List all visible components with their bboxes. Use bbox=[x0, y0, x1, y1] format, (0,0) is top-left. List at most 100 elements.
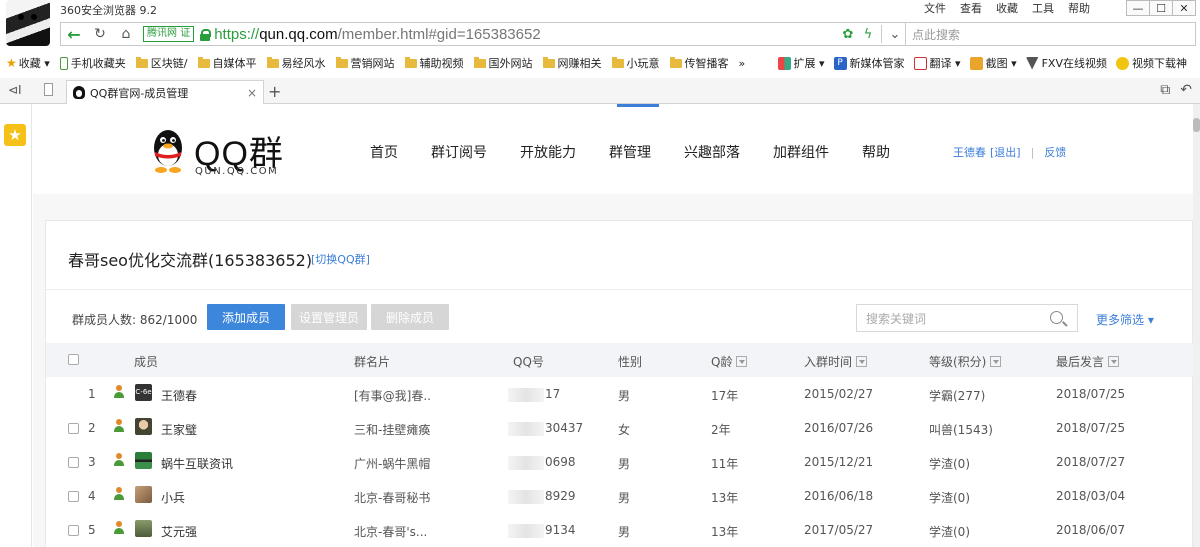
fxv-video[interactable]: FXV在线视频 bbox=[1025, 55, 1107, 71]
bookmark-mobile[interactable]: 手机收藏夹 bbox=[59, 55, 126, 71]
tab-close-icon[interactable]: × bbox=[247, 86, 257, 100]
member-role-icon bbox=[113, 453, 125, 467]
nav-home[interactable]: 首页 bbox=[370, 142, 398, 162]
bookmark-folder[interactable]: 传智播客 bbox=[669, 55, 729, 71]
scrollbar-thumb[interactable] bbox=[1193, 118, 1200, 132]
set-admin-button[interactable]: 设置管理员 bbox=[291, 304, 367, 330]
menu-favorites[interactable]: 收藏 bbox=[996, 0, 1018, 16]
row-checkbox[interactable] bbox=[68, 491, 79, 502]
chevron-down-icon[interactable]: ⌄ bbox=[885, 27, 905, 42]
nav-subscription[interactable]: 群订阅号 bbox=[431, 142, 487, 162]
col-qage[interactable]: Q龄 bbox=[711, 353, 748, 370]
document-icon[interactable] bbox=[44, 83, 53, 96]
delete-member-button[interactable]: 删除成员 bbox=[371, 304, 449, 330]
logout-link[interactable]: [退出] bbox=[990, 144, 1021, 160]
member-search-input[interactable]: 搜索关键词 bbox=[856, 304, 1078, 332]
user-name-link[interactable]: 王德春 bbox=[953, 144, 986, 160]
menu-help[interactable]: 帮助 bbox=[1068, 0, 1090, 16]
nav-interest-tribe[interactable]: 兴趣部落 bbox=[684, 142, 740, 162]
sort-icon[interactable] bbox=[1108, 356, 1120, 367]
undo-close-icon[interactable]: ↶ bbox=[1180, 82, 1192, 98]
avatar[interactable]: C-6e bbox=[135, 384, 152, 401]
col-joined[interactable]: 入群时间 bbox=[804, 353, 868, 370]
member-name[interactable]: 蜗牛互联资讯 bbox=[161, 455, 233, 472]
row-checkbox[interactable] bbox=[68, 457, 79, 468]
bookmark-folder[interactable]: 自媒体平 bbox=[197, 55, 257, 71]
verified-site-badge[interactable]: 腾讯网 证 bbox=[143, 26, 195, 42]
add-member-button[interactable]: 添加成员 bbox=[207, 304, 285, 330]
bookmark-folder[interactable]: 小玩意 bbox=[611, 55, 660, 71]
avatar[interactable] bbox=[135, 520, 152, 537]
browser-search-input[interactable]: 点此搜索 bbox=[905, 23, 1195, 45]
favorites-menu[interactable]: ★ 收藏 ▾ bbox=[6, 55, 50, 71]
menu-view[interactable]: 查看 bbox=[960, 0, 982, 16]
member-last-speak: 2018/07/25 bbox=[1056, 421, 1126, 435]
translate-icon bbox=[913, 56, 927, 70]
row-checkbox[interactable] bbox=[68, 525, 79, 536]
speed-mode-icon[interactable]: ϟ bbox=[858, 27, 878, 42]
bookmark-folder[interactable]: 网赚相关 bbox=[542, 55, 602, 71]
main-nav: 首页 群订阅号 开放能力 群管理 兴趣部落 加群组件 帮助 bbox=[370, 142, 923, 162]
home-icon[interactable]: ⌂ bbox=[113, 23, 139, 45]
member-name[interactable]: 王德春 bbox=[161, 387, 197, 404]
star-icon: ★ bbox=[6, 56, 17, 70]
compat-mode-icon[interactable]: ✿ bbox=[838, 27, 858, 42]
refresh-icon[interactable]: ↻ bbox=[87, 23, 113, 45]
table-row[interactable]: 3 蜗牛互联资讯 广州-蜗牛黑帽 0698 男 11年 2015/12/21 学… bbox=[46, 445, 1193, 479]
table-row[interactable]: 5 艾元强 北京-春哥's... 9134 男 13年 2017/05/27 学… bbox=[46, 513, 1193, 547]
bookmarks-more[interactable]: » bbox=[739, 57, 746, 70]
menu-file[interactable]: 文件 bbox=[924, 0, 946, 16]
extensions-menu[interactable]: 扩展 ▾ bbox=[777, 55, 825, 71]
search-icon[interactable] bbox=[1050, 311, 1063, 324]
menu-tools[interactable]: 工具 bbox=[1032, 0, 1054, 16]
url-input[interactable]: https://qun.qq.com/member.html#gid=16538… bbox=[214, 26, 540, 43]
new-tab-button[interactable]: + bbox=[268, 82, 281, 101]
restore-tabs-icon[interactable]: ⧉ bbox=[1160, 82, 1170, 98]
member-name[interactable]: 艾元强 bbox=[161, 523, 197, 540]
avatar[interactable] bbox=[135, 452, 152, 469]
bookmark-folder[interactable]: 易经风水 bbox=[266, 55, 326, 71]
member-name[interactable]: 小兵 bbox=[161, 489, 185, 506]
translate-menu[interactable]: 翻译 ▾ bbox=[913, 55, 961, 71]
close-window-button[interactable]: ✕ bbox=[1172, 0, 1196, 16]
table-row[interactable]: 4 小兵 北京-春哥秘书 8929 男 13年 2016/06/18 学渣(0)… bbox=[46, 479, 1193, 513]
bookmark-folder[interactable]: 区块链/ bbox=[135, 55, 188, 71]
nav-help[interactable]: 帮助 bbox=[862, 142, 890, 162]
page-scrollbar[interactable] bbox=[1193, 104, 1200, 547]
member-panel: 春哥seo优化交流群(165383652) [切换QQ群] 群成员人数: 862… bbox=[45, 220, 1193, 547]
sort-icon[interactable] bbox=[856, 356, 868, 367]
sort-icon[interactable] bbox=[990, 356, 1002, 367]
browser-user-avatar[interactable] bbox=[6, 0, 50, 46]
maximize-button[interactable]: ☐ bbox=[1149, 0, 1173, 16]
member-gender: 女 bbox=[618, 423, 631, 437]
tab-tools: ⧉ ↶ bbox=[1160, 82, 1192, 98]
qq-group-logo[interactable]: QQ群 QUN.QQ.COM bbox=[148, 122, 298, 182]
more-filter-button[interactable]: 更多筛选 ▾ bbox=[1096, 311, 1154, 328]
new-media-manager[interactable]: P 新媒体管家 bbox=[833, 55, 905, 71]
tab-qq-member[interactable]: QQ群官网-成员管理 × bbox=[66, 80, 264, 104]
favorites-star-icon[interactable]: ★ bbox=[4, 124, 26, 146]
member-name[interactable]: 王家璧 bbox=[161, 421, 197, 438]
bookmark-folder[interactable]: 辅助视频 bbox=[404, 55, 464, 71]
bookmark-folder[interactable]: 国外网站 bbox=[473, 55, 533, 71]
video-download[interactable]: 视频下载神 bbox=[1116, 55, 1187, 71]
nav-join-widget[interactable]: 加群组件 bbox=[773, 142, 829, 162]
feedback-link[interactable]: 反馈 bbox=[1044, 144, 1066, 160]
minimize-button[interactable]: — bbox=[1126, 0, 1150, 16]
table-row[interactable]: 2 王家璧 三和-挂壁瘫痪 30437 女 2年 2016/07/26 叫兽(1… bbox=[46, 411, 1193, 445]
avatar[interactable] bbox=[135, 418, 152, 435]
row-checkbox[interactable] bbox=[68, 423, 79, 434]
sidebar-toggle-icon[interactable]: ⊲I bbox=[8, 83, 22, 97]
col-last-speak[interactable]: 最后发言 bbox=[1056, 353, 1120, 370]
avatar[interactable] bbox=[135, 486, 152, 503]
switch-group-link[interactable]: [切换QQ群] bbox=[311, 251, 370, 267]
back-arrow-icon[interactable]: ← bbox=[61, 23, 87, 45]
nav-open-capability[interactable]: 开放能力 bbox=[520, 142, 576, 162]
screenshot-menu[interactable]: 截图 ▾ bbox=[969, 55, 1017, 71]
sort-icon[interactable] bbox=[736, 356, 748, 367]
select-all-checkbox[interactable] bbox=[68, 354, 79, 365]
bookmark-folder[interactable]: 营销网站 bbox=[335, 55, 395, 71]
col-level[interactable]: 等级(积分) bbox=[929, 353, 1002, 370]
nav-group-manage[interactable]: 群管理 bbox=[609, 142, 651, 162]
table-row[interactable]: 1 C-6e 王德春 [有事@我]春.. 17 男 17年 2015/02/27… bbox=[46, 377, 1193, 411]
